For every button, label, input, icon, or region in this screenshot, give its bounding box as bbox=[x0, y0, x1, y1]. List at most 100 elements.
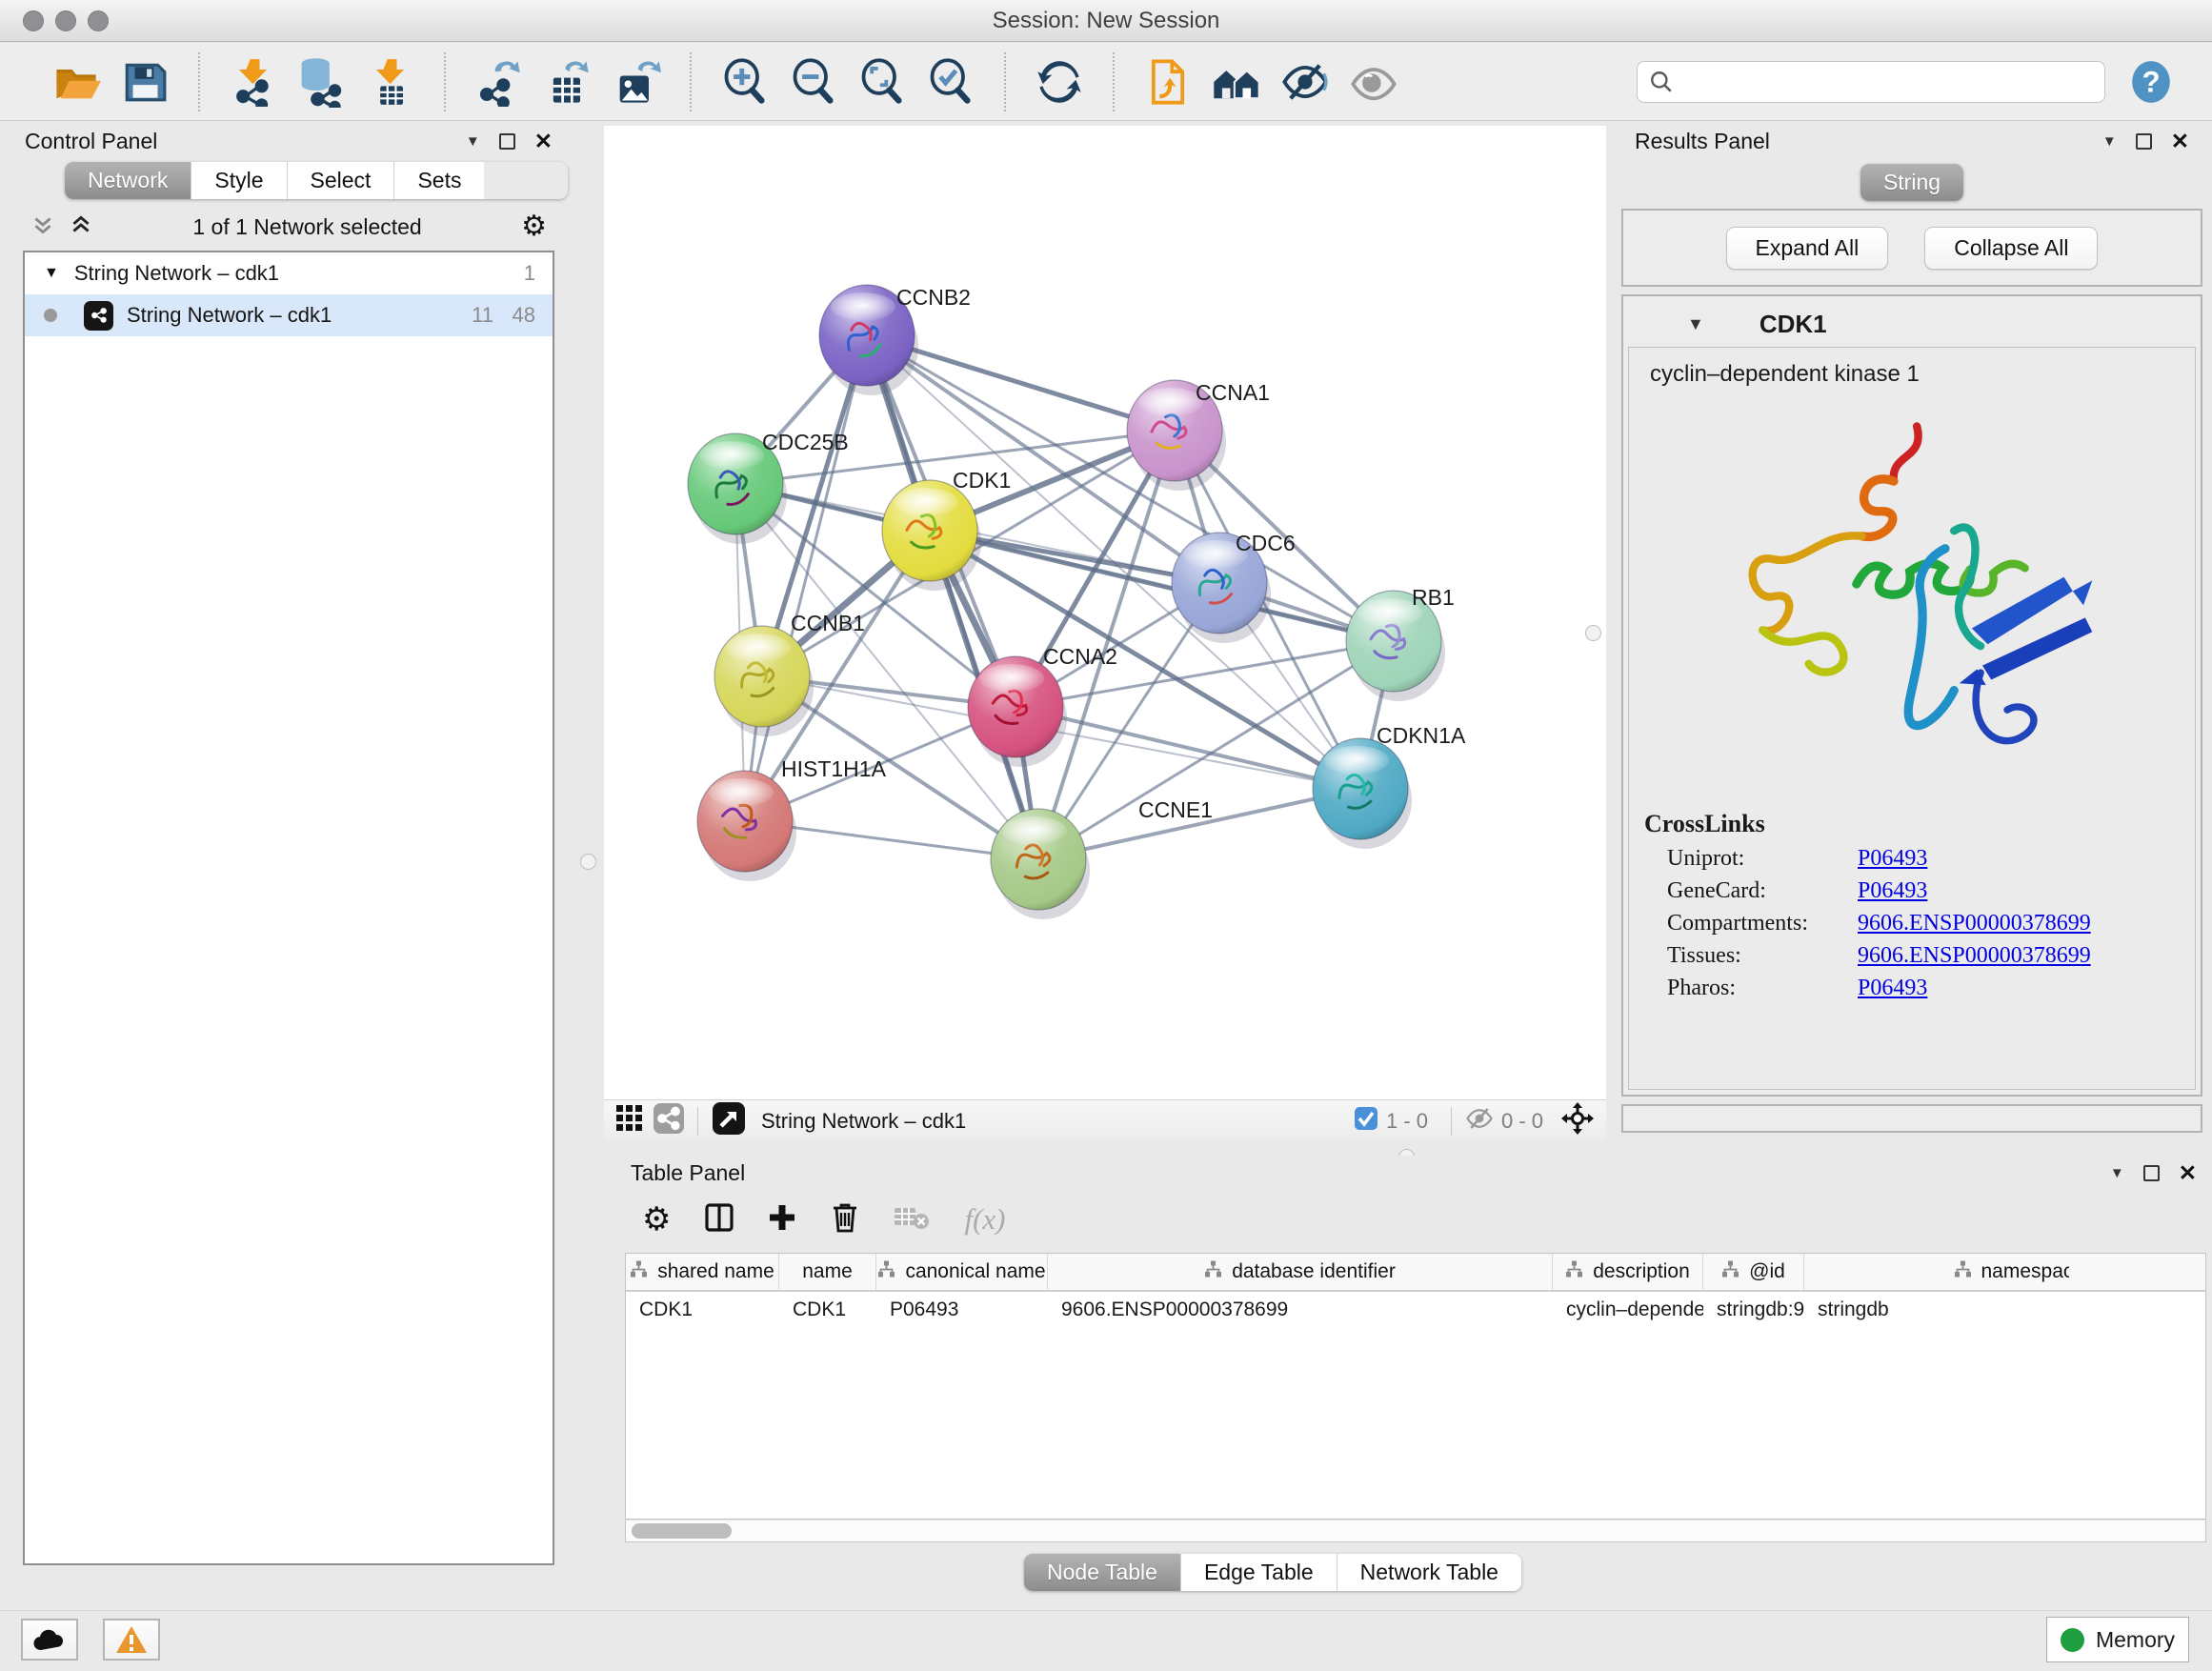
column-header-name[interactable]: name bbox=[779, 1254, 876, 1290]
network-share-icon[interactable] bbox=[654, 1103, 684, 1139]
window-zoom-button[interactable] bbox=[88, 10, 109, 31]
expand-all-button[interactable]: Expand All bbox=[1726, 227, 1889, 270]
panel-close-icon[interactable]: ✕ bbox=[2179, 1165, 2197, 1181]
table-options-gear-icon[interactable]: ⚙ bbox=[642, 1205, 671, 1234]
cell[interactable]: 9606.ENSP00000378699 bbox=[1048, 1292, 1553, 1330]
tab-select[interactable]: Select bbox=[288, 162, 395, 199]
gene-card-cdk1: ▼ CDK1 cyclin–dependent kinase 1 bbox=[1628, 301, 2196, 1090]
column-label: description bbox=[1593, 1260, 1690, 1283]
crosslink-link[interactable]: P06493 bbox=[1858, 878, 1927, 904]
collapse-all-networks-icon[interactable] bbox=[30, 212, 55, 242]
zoom-out-icon[interactable] bbox=[787, 55, 840, 109]
cell[interactable]: CDK1 bbox=[626, 1292, 779, 1330]
network-edge-count: 48 bbox=[493, 303, 535, 328]
delete-column-trash-icon[interactable] bbox=[831, 1202, 859, 1238]
network-row-selected[interactable]: String Network – cdk1 11 48 bbox=[25, 294, 553, 336]
panel-collapse-icon[interactable]: ▼ bbox=[2102, 133, 2117, 150]
selected-nodes-checkbox-icon[interactable] bbox=[1354, 1106, 1378, 1137]
save-session-icon[interactable] bbox=[118, 55, 171, 109]
import-network-file-icon[interactable] bbox=[227, 55, 280, 109]
table-horizontal-scrollbar[interactable] bbox=[625, 1520, 2206, 1542]
export-network-icon[interactable] bbox=[473, 55, 526, 109]
show-columns-icon[interactable] bbox=[705, 1203, 734, 1237]
panel-float-icon[interactable] bbox=[2143, 1165, 2160, 1181]
network-collection-row[interactable]: ▼ String Network – cdk1 1 bbox=[25, 252, 553, 294]
open-document-icon[interactable] bbox=[1141, 55, 1195, 109]
network-canvas[interactable]: CCNB2CCNA1CDC25BCDK1CDC6RB1CCNB1CCNA2CDK… bbox=[604, 126, 1606, 1099]
cell[interactable]: stringdb:9... bbox=[1703, 1292, 1804, 1330]
column-header-description[interactable]: description bbox=[1553, 1254, 1703, 1290]
import-network-database-icon[interactable] bbox=[295, 55, 349, 109]
export-table-icon[interactable] bbox=[541, 55, 594, 109]
search-input[interactable] bbox=[1683, 70, 2093, 94]
crosslink-link[interactable]: 9606.ENSP00000378699 bbox=[1858, 911, 2091, 936]
panel-float-icon[interactable] bbox=[2136, 133, 2152, 150]
column-header-database-identifier[interactable]: database identifier bbox=[1048, 1254, 1553, 1290]
left-divider-handle[interactable] bbox=[580, 854, 596, 870]
zoom-in-icon[interactable] bbox=[718, 55, 772, 109]
column-header-shared-name[interactable]: shared name bbox=[626, 1254, 779, 1290]
edge-CCNA2-CDKN1A[interactable] bbox=[1016, 707, 1360, 789]
panel-close-icon[interactable]: ✕ bbox=[534, 133, 553, 150]
tab-network-table[interactable]: Network Table bbox=[1337, 1554, 1521, 1591]
cell[interactable]: cyclin–dependent ... bbox=[1553, 1292, 1703, 1330]
memory-button[interactable]: Memory bbox=[2046, 1617, 2189, 1662]
node-label-CCNB2: CCNB2 bbox=[896, 285, 971, 310]
cell[interactable]: stringdb bbox=[1804, 1292, 2206, 1330]
cell[interactable]: P06493 bbox=[876, 1292, 1048, 1330]
column-header--id[interactable]: @id bbox=[1703, 1254, 1804, 1290]
import-table-file-icon[interactable] bbox=[364, 55, 417, 109]
tab-edge-table[interactable]: Edge Table bbox=[1181, 1554, 1337, 1591]
column-header-canonical-name[interactable]: canonical name bbox=[876, 1254, 1048, 1290]
hidden-eye-slash-icon[interactable] bbox=[1465, 1104, 1494, 1138]
results-panel-title: Results Panel bbox=[1635, 129, 1770, 154]
edge-CCNB2-HIST1H1A[interactable] bbox=[745, 335, 867, 821]
panel-float-icon[interactable] bbox=[499, 133, 515, 150]
birdseye-grid-icon[interactable] bbox=[615, 1104, 644, 1138]
export-image-icon[interactable] bbox=[610, 55, 663, 109]
tab-network[interactable]: Network bbox=[65, 162, 191, 199]
add-column-icon[interactable] bbox=[768, 1203, 796, 1237]
gene-expander-icon[interactable]: ▼ bbox=[1687, 314, 1704, 334]
pan-crosshair-icon[interactable] bbox=[1560, 1101, 1595, 1141]
panel-close-icon[interactable]: ✕ bbox=[2171, 133, 2189, 150]
tab-string[interactable]: String bbox=[1860, 164, 1963, 201]
network-options-gear-icon[interactable]: ⚙ bbox=[521, 212, 547, 241]
collapse-all-button[interactable]: Collapse All bbox=[1924, 227, 2098, 270]
crosslink-link[interactable]: P06493 bbox=[1858, 976, 1927, 1001]
cell[interactable]: CDK1 bbox=[779, 1292, 876, 1330]
first-neighbors-icon[interactable] bbox=[1210, 55, 1263, 109]
right-divider-handle[interactable] bbox=[1585, 625, 1601, 641]
tab-node-table[interactable]: Node Table bbox=[1024, 1554, 1181, 1591]
statusbar-separator bbox=[1451, 1107, 1452, 1136]
string-network-graph[interactable]: CCNB2CCNA1CDC25BCDK1CDC6RB1CCNB1CCNA2CDK… bbox=[604, 126, 1606, 1099]
zoom-fit-icon[interactable] bbox=[855, 55, 909, 109]
refresh-view-icon[interactable] bbox=[1033, 55, 1086, 109]
node-label-CCNE1: CCNE1 bbox=[1138, 797, 1213, 822]
hide-selected-eye-slash-icon[interactable] bbox=[1278, 55, 1332, 109]
cloud-status-button[interactable] bbox=[21, 1619, 78, 1661]
collection-expander-icon[interactable]: ▼ bbox=[44, 265, 59, 282]
panel-collapse-icon[interactable]: ▼ bbox=[2110, 1165, 2124, 1181]
table-row[interactable]: CDK1CDK1P064939606.ENSP00000378699cyclin… bbox=[626, 1292, 2205, 1330]
open-view-icon[interactable] bbox=[712, 1101, 746, 1141]
warning-button[interactable] bbox=[103, 1619, 160, 1661]
tab-style[interactable]: Style bbox=[191, 162, 287, 199]
crosslink-link[interactable]: P06493 bbox=[1858, 846, 1927, 872]
node-label-CCNB1: CCNB1 bbox=[791, 611, 865, 635]
scrollbar-thumb[interactable] bbox=[632, 1523, 732, 1539]
expand-all-networks-icon[interactable] bbox=[69, 212, 93, 242]
toolbar-separator bbox=[1113, 52, 1115, 111]
open-file-icon[interactable] bbox=[50, 55, 103, 109]
column-header-namespace[interactable]: namespace bbox=[1804, 1254, 2206, 1290]
zoom-selected-icon[interactable] bbox=[924, 55, 977, 109]
window-minimize-button[interactable] bbox=[55, 10, 76, 31]
panel-collapse-icon[interactable]: ▼ bbox=[466, 133, 480, 150]
show-all-eye-icon[interactable] bbox=[1347, 55, 1400, 109]
global-search[interactable] bbox=[1637, 61, 2105, 103]
control-panel-tabs: NetworkStyleSelectSets bbox=[65, 162, 568, 199]
crosslink-link[interactable]: 9606.ENSP00000378699 bbox=[1858, 943, 2091, 969]
window-close-button[interactable] bbox=[23, 10, 44, 31]
help-icon[interactable]: ? bbox=[2124, 55, 2178, 109]
tab-sets[interactable]: Sets bbox=[394, 162, 484, 199]
